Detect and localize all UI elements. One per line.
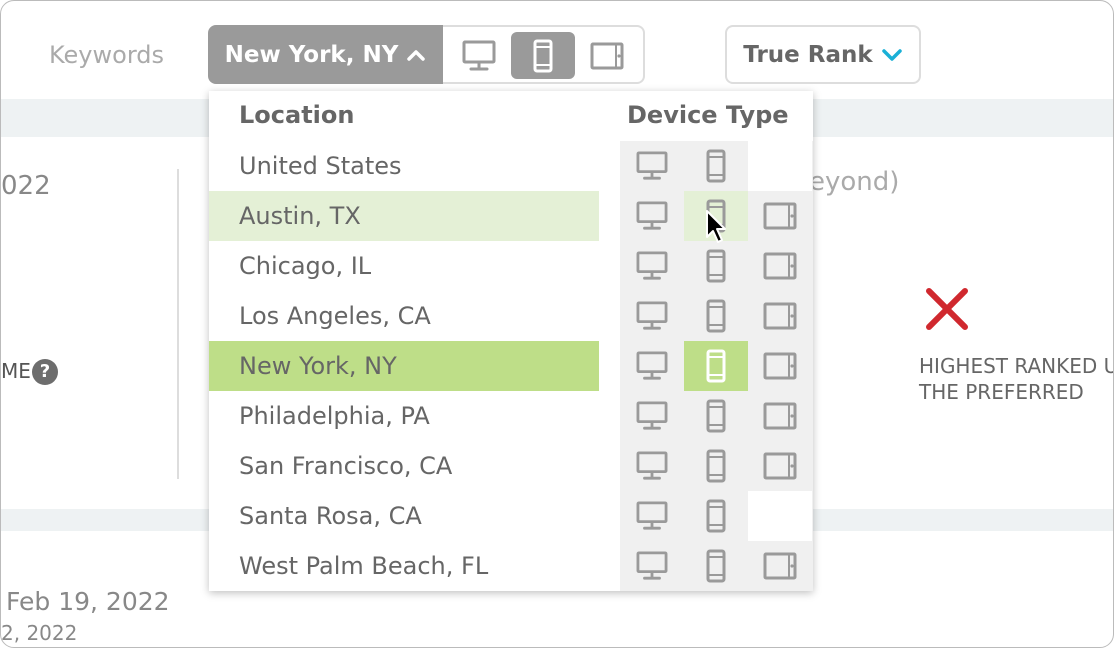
tablet-device-option[interactable] — [748, 391, 812, 441]
tablet-toggle-button[interactable] — [575, 32, 639, 79]
mobile-device-option[interactable] — [684, 291, 748, 341]
tablet-icon — [763, 402, 797, 430]
desktop-icon — [636, 151, 668, 180]
mobile-device-option[interactable] — [684, 391, 748, 441]
location-column-header: Location — [239, 101, 355, 129]
tablet-device-option[interactable] — [748, 441, 812, 491]
mouse-cursor — [706, 210, 726, 243]
mobile-icon — [533, 39, 553, 72]
desktop-icon — [636, 501, 668, 530]
mobile-icon — [706, 149, 726, 183]
tablet-icon — [763, 302, 797, 330]
mobile-device-option[interactable] — [684, 241, 748, 291]
mobile-device-option[interactable] — [684, 141, 748, 191]
location-option[interactable]: Philadelphia, PA — [209, 391, 599, 441]
desktop-device-option[interactable] — [620, 491, 684, 541]
desktop-icon — [636, 451, 668, 480]
close-icon — [926, 288, 968, 330]
app-frame: 022 eyond) ME ? HIGHEST RANKED U THE PRE… — [0, 0, 1114, 648]
highest-ranked-line-2: THE PREFERRED — [919, 380, 1084, 404]
mobile-icon — [706, 399, 726, 433]
date-range-end: 2, 2022 — [1, 621, 78, 645]
mobile-icon — [706, 449, 726, 483]
tablet-icon — [763, 252, 797, 280]
desktop-device-option[interactable] — [620, 191, 684, 241]
tablet-device-option[interactable] — [748, 541, 812, 591]
location-option[interactable]: San Francisco, CA — [209, 441, 599, 491]
mobile-device-option[interactable] — [684, 491, 748, 541]
location-button-label: New York, NY — [224, 41, 399, 68]
date-fragment: 022 — [1, 171, 51, 201]
true-rank-label: True Rank — [743, 41, 873, 68]
tablet-icon — [763, 202, 797, 230]
device-type-column-header: Device Type — [627, 101, 789, 129]
tablet-device-option[interactable] — [748, 191, 812, 241]
device-toggle-group — [443, 25, 645, 84]
tablet-icon — [590, 42, 624, 69]
device-cell-empty — [748, 141, 812, 191]
keywords-tab[interactable]: Keywords — [49, 41, 164, 69]
location-option[interactable]: Santa Rosa, CA — [209, 491, 599, 541]
mobile-device-option[interactable] — [684, 341, 748, 391]
tablet-icon — [763, 552, 797, 580]
highest-ranked-label: HIGHEST RANKED U THE PREFERRED — [919, 353, 1114, 405]
desktop-icon — [636, 401, 668, 430]
desktop-device-option[interactable] — [620, 241, 684, 291]
highest-ranked-line-1: HIGHEST RANKED U — [919, 354, 1114, 378]
desktop-device-option[interactable] — [620, 141, 684, 191]
location-option[interactable]: West Palm Beach, FL — [209, 541, 599, 591]
tablet-icon — [763, 452, 797, 480]
column-label-fragment: ME — [1, 359, 31, 383]
tablet-icon — [763, 352, 797, 380]
location-dropdown-button[interactable]: New York, NY — [208, 25, 443, 84]
mobile-icon — [706, 249, 726, 283]
desktop-device-option[interactable] — [620, 341, 684, 391]
tablet-device-option[interactable] — [748, 291, 812, 341]
tablet-device-option[interactable] — [748, 341, 812, 391]
date-range-start: Feb 19, 2022 — [6, 587, 170, 616]
help-icon[interactable]: ? — [32, 359, 58, 385]
mobile-device-option[interactable] — [684, 541, 748, 591]
desktop-icon — [636, 301, 668, 330]
location-option[interactable]: United States — [209, 141, 599, 191]
desktop-icon — [636, 201, 668, 230]
desktop-icon — [636, 351, 668, 380]
desktop-device-option[interactable] — [620, 441, 684, 491]
desktop-icon — [462, 40, 496, 70]
mobile-icon — [706, 299, 726, 333]
location-dropdown-panel: Location Device Type United States Austin… — [209, 91, 813, 591]
mobile-icon — [706, 349, 726, 383]
mobile-device-option[interactable] — [684, 441, 748, 491]
location-option[interactable]: Chicago, IL — [209, 241, 599, 291]
true-rank-dropdown-button[interactable]: True Rank — [725, 25, 921, 84]
location-option[interactable]: Los Angeles, CA — [209, 291, 599, 341]
desktop-device-option[interactable] — [620, 541, 684, 591]
desktop-toggle-button[interactable] — [447, 32, 511, 79]
desktop-device-option[interactable] — [620, 391, 684, 441]
tablet-device-option[interactable] — [748, 241, 812, 291]
mobile-icon — [706, 549, 726, 583]
device-cell-empty — [748, 491, 812, 541]
mobile-toggle-button[interactable] — [511, 32, 575, 79]
desktop-icon — [636, 251, 668, 280]
mobile-icon — [706, 499, 726, 533]
location-option[interactable]: New York, NY — [209, 341, 599, 391]
chevron-down-icon — [881, 48, 902, 61]
chevron-up-icon — [407, 49, 426, 61]
desktop-device-option[interactable] — [620, 291, 684, 341]
beyond-fragment: eyond) — [809, 167, 900, 197]
column-divider — [177, 169, 179, 479]
location-option[interactable]: Austin, TX — [209, 191, 599, 241]
desktop-icon — [636, 551, 668, 580]
